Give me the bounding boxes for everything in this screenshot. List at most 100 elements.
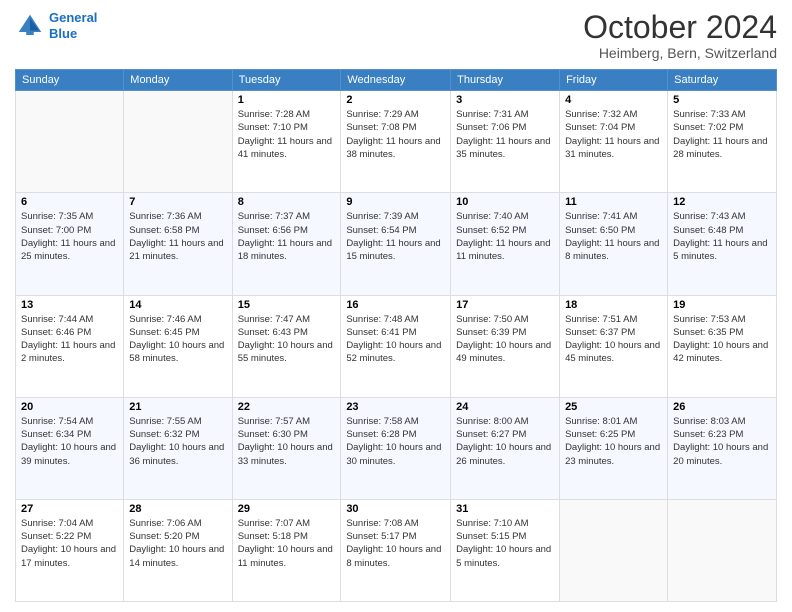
day-number: 4 — [565, 94, 662, 106]
day-cell: 26Sunrise: 8:03 AMSunset: 6:23 PMDayligh… — [668, 397, 777, 499]
day-info: Sunrise: 7:57 AMSunset: 6:30 PMDaylight:… — [238, 415, 336, 468]
day-number: 11 — [565, 196, 662, 208]
day-info: Sunrise: 7:50 AMSunset: 6:39 PMDaylight:… — [456, 313, 554, 366]
day-cell: 21 Sunrise: 7:55 AMSunset: 6:32 PMDayligh… — [124, 397, 232, 499]
title-block: October 2024 Heimberg, Bern, Switzerland — [583, 10, 777, 61]
day-number: 3 — [456, 94, 554, 106]
weekday-header-wednesday: Wednesday — [341, 70, 451, 91]
calendar-page: General Blue October 2024 Heimberg, Bern… — [0, 0, 792, 612]
day-info: Sunrise: 7:51 AMSunset: 6:37 PMDaylight:… — [565, 313, 662, 366]
day-number: 23 — [346, 401, 445, 413]
day-number: 24 — [456, 401, 554, 413]
day-cell: 24Sunrise: 8:00 AMSunset: 6:27 PMDayligh… — [451, 397, 560, 499]
day-cell: 28 Sunrise: 7:06 AMSunset: 5:20 PMDayligh… — [124, 499, 232, 601]
day-info: Sunrise: 7:10 AMSunset: 5:15 PMDaylight:… — [456, 517, 554, 570]
day-number: 30 — [346, 503, 445, 515]
day-number: 27 — [21, 503, 118, 515]
day-cell: 14Sunrise: 7:46 AMSunset: 6:45 PMDayligh… — [124, 295, 232, 397]
day-number: 5 — [673, 94, 771, 106]
day-info: Sunrise: 7:36 AMSunset: 6:58 PMDaylight:… — [129, 210, 226, 263]
header: General Blue October 2024 Heimberg, Bern… — [15, 10, 777, 61]
day-info: Sunrise: 7:43 AMSunset: 6:48 PMDaylight:… — [673, 210, 771, 263]
day-cell: 23 Sunrise: 7:58 AMSunset: 6:28 PMDayligh… — [341, 397, 451, 499]
day-cell: 13 Sunrise: 7:44 AMSunset: 6:46 PMDayligh… — [16, 295, 124, 397]
day-number: 28 — [129, 503, 226, 515]
week-row-4: 20Sunrise: 7:54 AMSunset: 6:34 PMDayligh… — [16, 397, 777, 499]
day-cell: 2 Sunrise: 7:29 AMSunset: 7:08 PMDaylight… — [341, 91, 451, 193]
day-number: 6 — [21, 196, 118, 208]
day-cell: 19 Sunrise: 7:53 AMSunset: 6:35 PMDayligh… — [668, 295, 777, 397]
day-cell: 22 Sunrise: 7:57 AMSunset: 6:30 PMDayligh… — [232, 397, 341, 499]
day-number: 17 — [456, 299, 554, 311]
day-info: Sunrise: 7:07 AMSunset: 5:18 PMDaylight:… — [238, 517, 336, 570]
week-row-5: 27 Sunrise: 7:04 AMSunset: 5:22 PMDayligh… — [16, 499, 777, 601]
day-info: Sunrise: 7:48 AMSunset: 6:41 PMDaylight:… — [346, 313, 445, 366]
week-row-2: 6 Sunrise: 7:35 AMSunset: 7:00 PMDaylight… — [16, 193, 777, 295]
day-info: Sunrise: 7:08 AMSunset: 5:17 PMDaylight:… — [346, 517, 445, 570]
day-number: 8 — [238, 196, 336, 208]
day-cell: 27 Sunrise: 7:04 AMSunset: 5:22 PMDayligh… — [16, 499, 124, 601]
day-cell — [124, 91, 232, 193]
weekday-header-saturday: Saturday — [668, 70, 777, 91]
day-number: 10 — [456, 196, 554, 208]
day-number: 7 — [129, 196, 226, 208]
day-info: Sunrise: 7:28 AMSunset: 7:10 PMDaylight:… — [238, 108, 336, 161]
day-info: Sunrise: 7:41 AMSunset: 6:50 PMDaylight:… — [565, 210, 662, 263]
day-info: Sunrise: 7:31 AMSunset: 7:06 PMDaylight:… — [456, 108, 554, 161]
weekday-header-monday: Monday — [124, 70, 232, 91]
day-cell: 31 Sunrise: 7:10 AMSunset: 5:15 PMDayligh… — [451, 499, 560, 601]
day-info: Sunrise: 7:04 AMSunset: 5:22 PMDaylight:… — [21, 517, 118, 570]
day-info: Sunrise: 7:33 AMSunset: 7:02 PMDaylight:… — [673, 108, 771, 161]
day-info: Sunrise: 7:06 AMSunset: 5:20 PMDaylight:… — [129, 517, 226, 570]
day-info: Sunrise: 7:53 AMSunset: 6:35 PMDaylight:… — [673, 313, 771, 366]
logo-icon — [15, 11, 45, 41]
day-number: 21 — [129, 401, 226, 413]
day-number: 2 — [346, 94, 445, 106]
day-info: Sunrise: 8:03 AMSunset: 6:23 PMDaylight:… — [673, 415, 771, 468]
day-info: Sunrise: 7:32 AMSunset: 7:04 PMDaylight:… — [565, 108, 662, 161]
day-cell: 16 Sunrise: 7:48 AMSunset: 6:41 PMDayligh… — [341, 295, 451, 397]
day-info: Sunrise: 7:40 AMSunset: 6:52 PMDaylight:… — [456, 210, 554, 263]
logo-text: General Blue — [49, 10, 97, 41]
day-cell: 8Sunrise: 7:37 AMSunset: 6:56 PMDaylight… — [232, 193, 341, 295]
day-cell: 20Sunrise: 7:54 AMSunset: 6:34 PMDayligh… — [16, 397, 124, 499]
day-number: 31 — [456, 503, 554, 515]
day-info: Sunrise: 7:55 AMSunset: 6:32 PMDaylight:… — [129, 415, 226, 468]
day-cell: 12 Sunrise: 7:43 AMSunset: 6:48 PMDayligh… — [668, 193, 777, 295]
day-cell: 11 Sunrise: 7:41 AMSunset: 6:50 PMDayligh… — [560, 193, 668, 295]
calendar-table: SundayMondayTuesdayWednesdayThursdayFrid… — [15, 69, 777, 602]
day-number: 9 — [346, 196, 445, 208]
day-cell: 9Sunrise: 7:39 AMSunset: 6:54 PMDaylight… — [341, 193, 451, 295]
weekday-header-friday: Friday — [560, 70, 668, 91]
day-cell: 17 Sunrise: 7:50 AMSunset: 6:39 PMDayligh… — [451, 295, 560, 397]
day-number: 16 — [346, 299, 445, 311]
day-info: Sunrise: 7:46 AMSunset: 6:45 PMDaylight:… — [129, 313, 226, 366]
day-cell: 15Sunrise: 7:47 AMSunset: 6:43 PMDayligh… — [232, 295, 341, 397]
day-cell: 4 Sunrise: 7:32 AMSunset: 7:04 PMDaylight… — [560, 91, 668, 193]
day-cell — [668, 499, 777, 601]
day-info: Sunrise: 7:58 AMSunset: 6:28 PMDaylight:… — [346, 415, 445, 468]
day-cell: 30 Sunrise: 7:08 AMSunset: 5:17 PMDayligh… — [341, 499, 451, 601]
week-row-3: 13 Sunrise: 7:44 AMSunset: 6:46 PMDayligh… — [16, 295, 777, 397]
day-cell: 29 Sunrise: 7:07 AMSunset: 5:18 PMDayligh… — [232, 499, 341, 601]
day-info: Sunrise: 7:29 AMSunset: 7:08 PMDaylight:… — [346, 108, 445, 161]
day-number: 18 — [565, 299, 662, 311]
day-cell: 6 Sunrise: 7:35 AMSunset: 7:00 PMDaylight… — [16, 193, 124, 295]
day-cell: 7 Sunrise: 7:36 AMSunset: 6:58 PMDaylight… — [124, 193, 232, 295]
day-info: Sunrise: 7:44 AMSunset: 6:46 PMDaylight:… — [21, 313, 118, 366]
day-info: Sunrise: 7:35 AMSunset: 7:00 PMDaylight:… — [21, 210, 118, 263]
day-cell: 1Sunrise: 7:28 AMSunset: 7:10 PMDaylight… — [232, 91, 341, 193]
day-cell: 3 Sunrise: 7:31 AMSunset: 7:06 PMDaylight… — [451, 91, 560, 193]
day-number: 12 — [673, 196, 771, 208]
day-number: 19 — [673, 299, 771, 311]
day-number: 22 — [238, 401, 336, 413]
day-number: 13 — [21, 299, 118, 311]
month-title: October 2024 — [583, 10, 777, 45]
weekday-header-sunday: Sunday — [16, 70, 124, 91]
day-info: Sunrise: 8:01 AMSunset: 6:25 PMDaylight:… — [565, 415, 662, 468]
week-row-1: 1Sunrise: 7:28 AMSunset: 7:10 PMDaylight… — [16, 91, 777, 193]
day-number: 29 — [238, 503, 336, 515]
weekday-header-thursday: Thursday — [451, 70, 560, 91]
weekday-header-tuesday: Tuesday — [232, 70, 341, 91]
day-number: 25 — [565, 401, 662, 413]
